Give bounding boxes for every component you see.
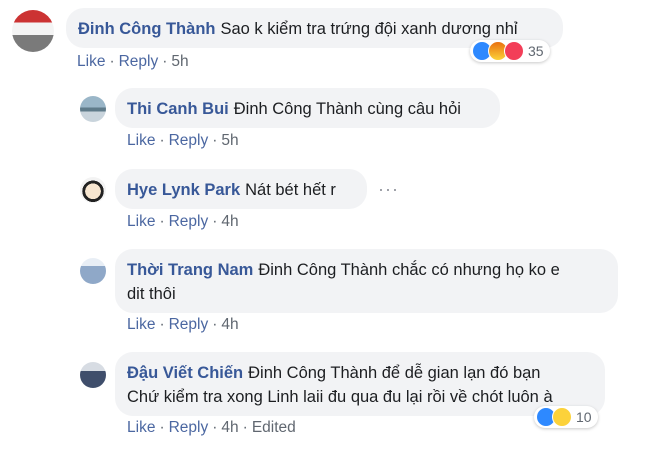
comment-actions: Like · Reply · 4h [127, 213, 239, 231]
separator-dot: · [212, 213, 218, 230]
timestamp[interactable]: 4h [221, 316, 238, 333]
comment-text: Đinh Công Thành để dễ gian lạn đó bạn [248, 364, 541, 382]
like-link[interactable]: Like [127, 316, 155, 333]
separator-dot: · [109, 53, 115, 70]
timestamp[interactable]: 5h [171, 53, 188, 70]
reply-link[interactable]: Reply [169, 213, 209, 230]
reaction-count: 10 [576, 409, 592, 425]
separator-dot: · [159, 132, 165, 149]
separator-dot: · [162, 53, 168, 70]
comment-text: Đinh Công Thành cùng câu hỏi [233, 100, 461, 118]
separator-dot: · [159, 419, 165, 436]
like-link[interactable]: Like [77, 53, 105, 70]
comment-author[interactable]: Thi Canh Bui [127, 100, 229, 118]
separator-dot: · [159, 316, 165, 333]
comment-actions: Like · Reply · 4h [127, 316, 239, 334]
separator-dot: · [212, 419, 218, 436]
like-link[interactable]: Like [127, 419, 155, 436]
comment-text: Sao k kiểm tra trứng đội xanh dương nhỉ [220, 20, 518, 38]
reaction-summary[interactable]: 10 [534, 406, 598, 428]
comment-text: dit thôi [127, 285, 176, 303]
comment-text: Chứ kiểm tra xong Linh laii đu qua đu lạ… [127, 388, 553, 406]
comment-author[interactable]: Thời Trang Nam [127, 261, 253, 279]
timestamp[interactable]: 4h [221, 419, 238, 436]
avatar[interactable] [80, 258, 106, 284]
avatar[interactable] [80, 362, 106, 388]
comment-actions: Like · Reply · 5h [77, 53, 189, 71]
separator-dot: · [159, 213, 165, 230]
timestamp[interactable]: 4h [221, 213, 238, 230]
reaction-summary[interactable]: 35 [470, 40, 550, 62]
more-options-icon[interactable]: ··· [378, 179, 399, 200]
comment-text: Đinh Công Thành chắc có nhưng họ ko e [258, 261, 560, 279]
like-link[interactable]: Like [127, 213, 155, 230]
avatar[interactable] [80, 96, 106, 122]
avatar[interactable] [80, 177, 106, 203]
timestamp[interactable]: 5h [221, 132, 238, 149]
comment-author[interactable]: Đinh Công Thành [78, 20, 215, 38]
comment-actions: Like · Reply · 5h [127, 132, 239, 150]
reply-link[interactable]: Reply [119, 53, 159, 70]
comment-bubble: Thi Canh Bui Đinh Công Thành cùng câu hỏi [115, 88, 500, 128]
comment-author[interactable]: Đậu Viết Chiến [127, 364, 243, 382]
comment-actions: Like · Reply · 4h · Edited [127, 419, 296, 437]
reply-link[interactable]: Reply [169, 419, 209, 436]
comment-text: Nát bét hết r [245, 181, 336, 199]
reply-link[interactable]: Reply [169, 132, 209, 149]
comment-bubble: Đậu Viết Chiến Đinh Công Thành để dễ gian… [115, 352, 605, 416]
separator-dot: · [212, 316, 218, 333]
love-reaction-icon [504, 41, 524, 61]
avatar[interactable] [12, 10, 54, 52]
reply-link[interactable]: Reply [169, 316, 209, 333]
comment-bubble: Thời Trang Nam Đinh Công Thành chắc có nh… [115, 249, 618, 313]
like-link[interactable]: Like [127, 132, 155, 149]
separator-dot: · [212, 132, 218, 149]
separator-dot: · [242, 419, 248, 436]
reaction-count: 35 [528, 43, 544, 59]
comment-bubble: Hye Lynk Park Nát bét hết r [115, 169, 367, 209]
comment-author[interactable]: Hye Lynk Park [127, 181, 240, 199]
haha-reaction-icon [552, 407, 572, 427]
edited-label[interactable]: Edited [252, 419, 296, 436]
